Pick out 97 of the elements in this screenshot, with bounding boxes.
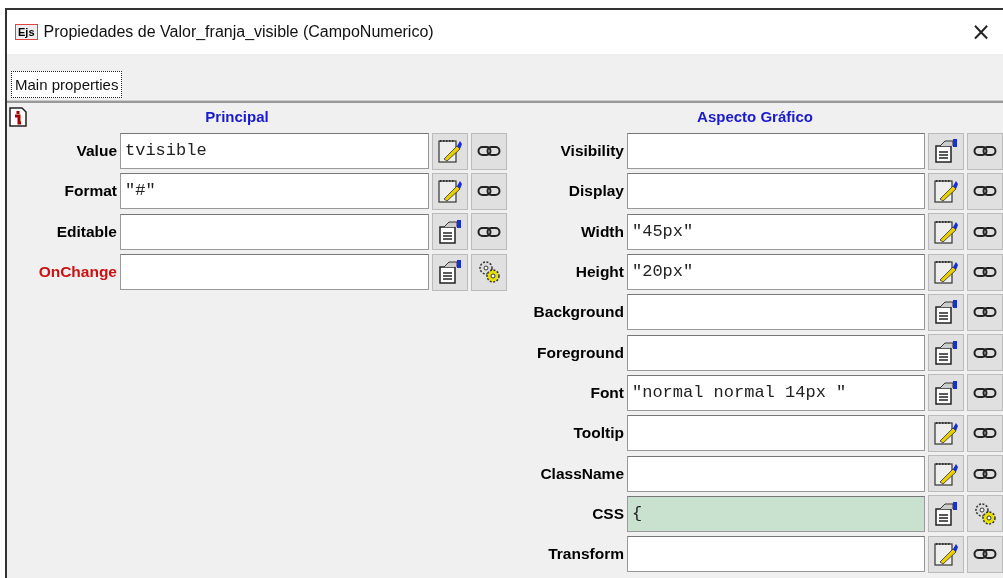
property-label: Editable (55, 222, 117, 241)
section-heading: Principal (204, 107, 270, 127)
action-button[interactable] (471, 213, 507, 251)
value-field[interactable] (120, 213, 429, 250)
notepad-icon (933, 218, 959, 245)
editor-button[interactable] (928, 535, 964, 573)
properties-sheet-icon (933, 299, 959, 326)
link-icon (973, 265, 997, 280)
editor-button[interactable] (928, 414, 964, 452)
value-field[interactable] (627, 455, 925, 492)
property-label: Tooltip (572, 424, 624, 443)
info-icon (9, 107, 27, 127)
editor-button[interactable] (928, 253, 964, 291)
property-label: Format (63, 182, 117, 201)
value-field[interactable] (627, 294, 925, 331)
properties-sheet-icon (933, 379, 959, 406)
action-button[interactable] (967, 374, 1003, 412)
tab[interactable]: Main properties (11, 71, 123, 98)
link-icon (973, 385, 997, 400)
value-field[interactable]: "20px" (627, 254, 925, 291)
property-label: Foreground (536, 343, 624, 362)
action-button[interactable] (967, 293, 1003, 331)
link-icon (973, 345, 997, 360)
link-icon (973, 144, 997, 159)
action-button[interactable] (967, 132, 1003, 170)
property-label: Height (574, 263, 624, 282)
editor-button[interactable] (432, 253, 468, 291)
gears-icon (477, 260, 501, 285)
editor-button[interactable] (432, 132, 468, 170)
action-button[interactable] (967, 172, 1003, 210)
action-button[interactable] (471, 132, 507, 170)
properties-sheet-icon (437, 259, 463, 286)
link-icon (973, 224, 997, 239)
action-button[interactable] (471, 253, 507, 291)
link-icon (973, 184, 997, 199)
notepad-icon (933, 259, 959, 286)
action-button[interactable] (967, 213, 1003, 251)
property-label: Transform (547, 545, 624, 564)
action-button[interactable] (967, 455, 1003, 492)
property-label: OnChange (37, 263, 117, 282)
editor-button[interactable] (928, 334, 964, 372)
editor-button[interactable] (928, 213, 964, 251)
link-icon (477, 144, 501, 159)
value-field[interactable] (627, 415, 925, 452)
section-heading: Aspecto Gráfico (696, 107, 814, 127)
property-label: ClassName (539, 464, 624, 483)
action-button[interactable] (967, 495, 1003, 533)
property-label: Font (589, 383, 624, 402)
gears-icon (973, 501, 997, 526)
editor-button[interactable] (928, 132, 964, 170)
link-icon (973, 305, 997, 320)
value-field[interactable] (627, 133, 925, 170)
link-icon (973, 466, 997, 481)
notepad-icon (437, 178, 463, 205)
notepad-icon (437, 138, 463, 165)
value-field[interactable]: "normal normal 14px " (627, 374, 925, 411)
properties-sheet-icon (933, 500, 959, 527)
action-button[interactable] (967, 535, 1003, 573)
value-field[interactable] (627, 536, 925, 573)
notepad-icon (933, 541, 959, 568)
value-field[interactable] (627, 173, 925, 210)
property-label: CSS (591, 504, 624, 523)
action-button[interactable] (967, 334, 1003, 372)
properties-sheet-icon (933, 339, 959, 366)
editor-button[interactable] (928, 374, 964, 412)
action-button[interactable] (967, 253, 1003, 291)
value-field[interactable] (120, 254, 429, 291)
notepad-icon (933, 420, 959, 447)
properties-sheet-icon (933, 138, 959, 165)
link-icon (973, 426, 997, 441)
action-button[interactable] (967, 414, 1003, 452)
value-field[interactable]: "45px" (627, 213, 925, 250)
editor-button[interactable] (928, 495, 964, 533)
value-field[interactable]: tvisible (120, 133, 429, 170)
notepad-icon (933, 460, 959, 487)
property-label: Width (580, 222, 624, 241)
link-icon (477, 224, 501, 239)
link-icon (973, 547, 997, 562)
property-label: Display (567, 182, 624, 201)
value-field[interactable]: "#" (120, 173, 429, 210)
value-field[interactable]: { (627, 495, 925, 532)
window-title: Propiedades de Valor_franja_visible (CampoNumerico) (43, 23, 434, 41)
property-label: Value (75, 142, 117, 161)
property-label: Background (532, 303, 624, 322)
editor-button[interactable] (432, 172, 468, 210)
close-button[interactable]: × (964, 17, 997, 47)
editor-button[interactable] (928, 293, 964, 331)
link-icon (477, 184, 501, 199)
action-button[interactable] (471, 172, 507, 210)
property-label: Visibility (559, 142, 624, 161)
editor-button[interactable] (928, 172, 964, 210)
properties-sheet-icon (437, 218, 463, 245)
editor-button[interactable] (432, 213, 468, 251)
notepad-icon (933, 178, 959, 205)
app-logo: Ejs (15, 24, 38, 40)
editor-button[interactable] (928, 455, 964, 492)
value-field[interactable] (627, 334, 925, 371)
